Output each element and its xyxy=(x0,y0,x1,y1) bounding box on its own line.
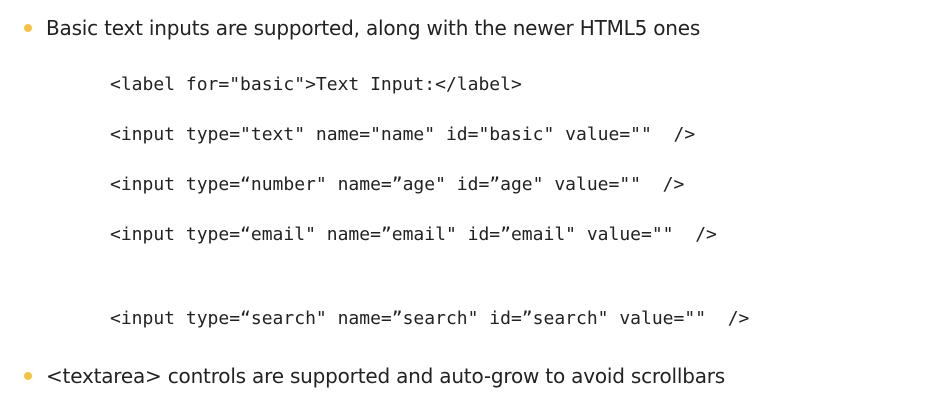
bullet-item-basic-inputs: Basic text inputs are supported, along w… xyxy=(24,13,700,43)
bullet-dot-icon xyxy=(24,372,32,380)
bullet-text: <textarea> controls are supported and au… xyxy=(46,364,726,388)
code-line-label: <label for="basic">Text Input:</label> xyxy=(110,74,522,95)
bullet-dot-icon xyxy=(24,24,32,32)
code-line-input-email: <input type=“email" name=”email" id=”ema… xyxy=(110,224,717,245)
bullet-item-textarea: <textarea> controls are supported and au… xyxy=(24,361,725,391)
code-line-input-number: <input type=“number" name=”age" id=”age"… xyxy=(110,174,685,195)
code-line-input-text: <input type="text" name="name" id="basic… xyxy=(110,124,696,145)
bullet-text: Basic text inputs are supported, along w… xyxy=(46,16,701,40)
code-line-input-search: <input type=“search" name=”search" id=”s… xyxy=(110,308,750,329)
